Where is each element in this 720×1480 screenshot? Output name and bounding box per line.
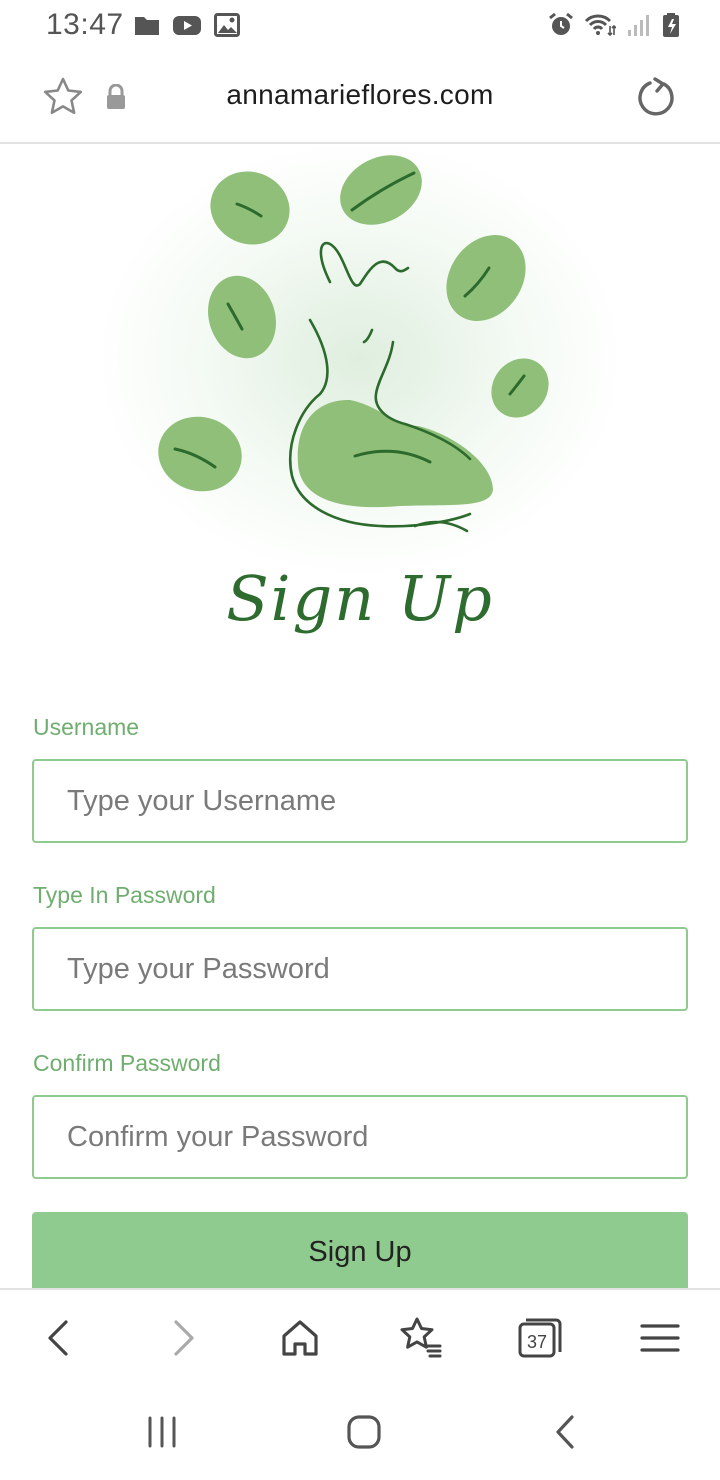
signup-form: Username Type In Password Confirm Passwo…: [32, 712, 688, 1216]
leaves: [158, 155, 549, 508]
menu-icon[interactable]: [636, 1314, 684, 1362]
reload-icon[interactable]: [634, 76, 678, 120]
status-bar: 13:47: [0, 0, 720, 52]
folder-icon: [135, 17, 159, 35]
status-time: 13:47: [46, 8, 124, 41]
tabs-icon: 37: [518, 1318, 562, 1358]
status-notification-icons: [134, 12, 240, 38]
signup-button[interactable]: Sign Up: [32, 1212, 688, 1292]
confirm-password-input[interactable]: [32, 1095, 688, 1179]
hero-title: Sign Up: [226, 562, 494, 635]
bookmarks-icon[interactable]: [396, 1314, 444, 1362]
battery-icon: [663, 13, 679, 37]
confirm-password-group: Confirm Password: [32, 1048, 688, 1179]
recents-icon[interactable]: [142, 1412, 182, 1452]
leaf: [491, 358, 549, 418]
leaf: [208, 275, 276, 359]
youtube-icon: [173, 16, 201, 35]
confirm-password-label: Confirm Password: [33, 1050, 221, 1076]
tab-count: 37: [527, 1332, 547, 1352]
system-nav-bar: [0, 1384, 720, 1480]
home-circle-icon[interactable]: [344, 1412, 384, 1452]
username-input[interactable]: [32, 759, 688, 843]
signal-icon: [628, 15, 649, 36]
password-label: Type In Password: [33, 882, 216, 908]
leaf: [446, 235, 526, 321]
tabs-button[interactable]: 37: [516, 1314, 564, 1362]
password-group: Type In Password: [32, 880, 688, 1011]
address-bar: annamarieflores.com: [0, 52, 720, 144]
home-icon[interactable]: [276, 1314, 324, 1362]
browser-toolbar: 37: [0, 1288, 720, 1386]
leaf: [158, 416, 242, 492]
username-label: Username: [33, 714, 140, 740]
alarm-icon: [549, 12, 573, 35]
back-chevron-icon[interactable]: [546, 1412, 586, 1452]
status-system-icons: [548, 12, 680, 38]
username-group: Username: [32, 712, 688, 843]
url-text[interactable]: annamarieflores.com: [0, 79, 720, 111]
back-icon[interactable]: [36, 1314, 84, 1362]
hero-illustration: Sign Up: [0, 144, 720, 664]
image-icon: [214, 13, 240, 37]
wifi-icon: [584, 14, 616, 37]
password-input[interactable]: [32, 927, 688, 1011]
forward-icon[interactable]: [158, 1314, 206, 1362]
